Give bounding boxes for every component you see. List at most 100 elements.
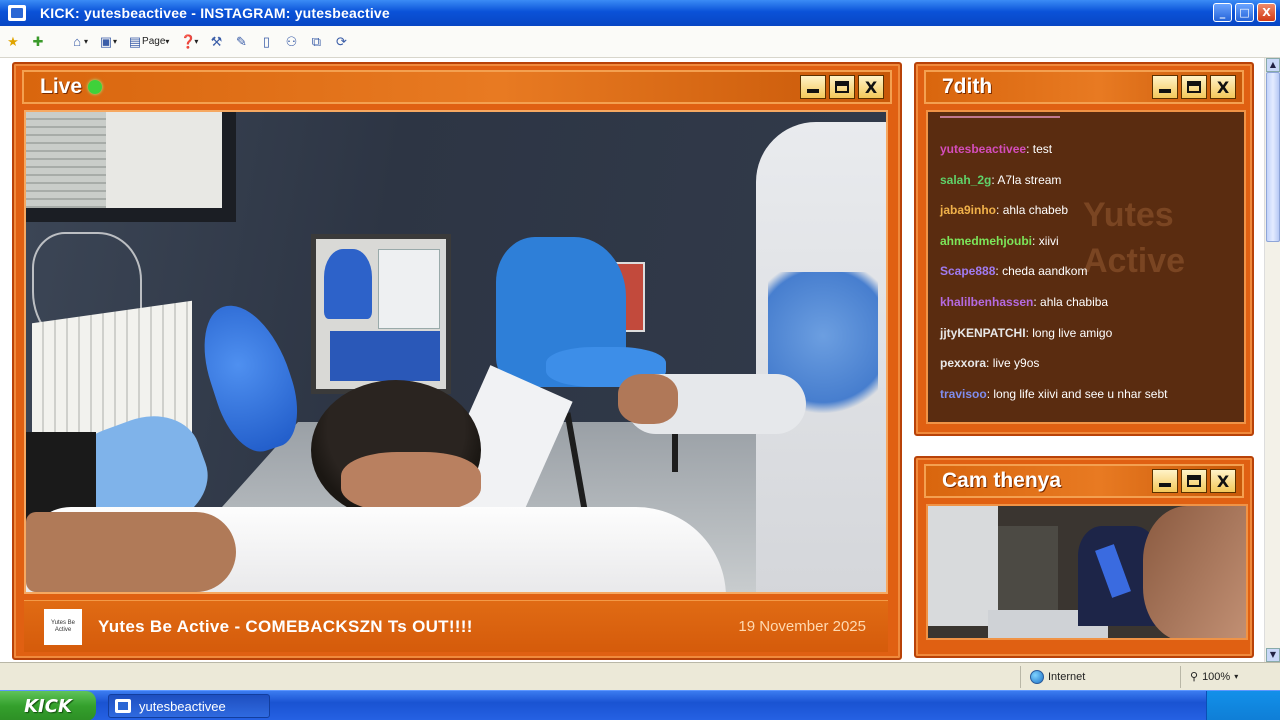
live-maximize-button[interactable] — [829, 75, 855, 99]
tools-icon[interactable]: ⚒ — [209, 34, 223, 49]
home-icon[interactable]: ⌂ ▾ — [70, 34, 88, 49]
feeds-icon[interactable]: ▣ ▾ — [99, 34, 117, 49]
messenger-icon[interactable]: ⚇ — [284, 34, 298, 49]
zoom-control[interactable]: ⚲ 100% ▾ — [1190, 670, 1239, 684]
zoom-level: 100% — [1202, 670, 1231, 683]
chat-username[interactable]: travisoo — [940, 387, 987, 401]
live-title: Live — [40, 75, 83, 98]
zoom-dropdown-icon: ▾ — [1234, 672, 1239, 681]
chat-username[interactable]: salah_2g — [940, 173, 991, 187]
window-controls: _ □ X — [1213, 3, 1276, 22]
chat-text: cheda aandkom — [1002, 264, 1088, 279]
live-status-dot-icon — [88, 80, 103, 94]
chat-separator: : — [1032, 233, 1039, 248]
page-menu[interactable]: ▤ Page ▾ — [128, 33, 170, 49]
chat-message: travisoo: long life xiivi and see u nhar… — [940, 387, 1167, 401]
refresh-icon[interactable]: ⟳ — [334, 34, 348, 49]
page-scrollbar[interactable]: ▲ ▼ — [1264, 58, 1280, 662]
window-minimize-button[interactable]: _ — [1213, 3, 1232, 22]
live-video[interactable] — [24, 110, 888, 594]
cam-panel-header[interactable]: Cam thenya X — [924, 464, 1244, 498]
taskbar: KICK yutesbeactivee — [0, 690, 1280, 720]
security-zone: Internet — [1030, 670, 1085, 684]
window-close-button[interactable]: X — [1257, 3, 1276, 22]
cam-minimize-button[interactable] — [1152, 469, 1178, 493]
live-panel: Live X Yutes Be Active Yutes Be Active -… — [12, 62, 902, 660]
chat-minimize-button[interactable] — [1152, 75, 1178, 99]
live-panel-header[interactable]: Live X — [22, 70, 892, 104]
chat-text: ahla chabeb — [1002, 203, 1069, 218]
window-title: KICK: yutesbeactivee - INSTAGRAM: yutesb… — [40, 5, 390, 21]
window-maximize-button[interactable]: □ — [1235, 3, 1254, 22]
cam-title: Cam thenya — [942, 469, 1062, 492]
scrollbar-thumb[interactable] — [1266, 72, 1280, 242]
chat-text: live y9os — [992, 356, 1040, 371]
chat-text: test — [1032, 142, 1053, 156]
chat-username[interactable]: pexxora — [940, 356, 986, 370]
chat-text: ahla chabiba — [1040, 295, 1109, 309]
chat-message: yutesbeactivee: test — [940, 142, 1052, 156]
scroll-down-arrow-icon[interactable]: ▼ — [1266, 648, 1280, 662]
chat-username[interactable]: jjtyKENPATCHI — [940, 326, 1026, 340]
chat-username[interactable]: yutesbeactivee — [940, 142, 1026, 156]
zoom-icon: ⚲ — [1190, 671, 1199, 683]
media-icon[interactable]: ⧉ — [309, 34, 323, 49]
app-icon — [8, 5, 26, 21]
chat-maximize-button[interactable] — [1181, 75, 1207, 99]
chat-watermark: Yutes Active — [1083, 196, 1186, 280]
page-icon: ▤ — [128, 33, 142, 49]
cam-panel: Cam thenya X — [914, 456, 1254, 658]
taskbar-window-label: yutesbeactivee — [139, 698, 226, 714]
chat-close-button[interactable]: X — [1210, 75, 1236, 99]
chat-title: 7dith — [942, 75, 993, 98]
research-icon[interactable]: ✎ — [234, 34, 248, 49]
stream-caption: Yutes Be Active - COMEBACKSZN Ts OUT!!!! — [98, 616, 473, 636]
add-favorite-icon[interactable]: ✚ — [31, 34, 45, 49]
zone-label: Internet — [1048, 671, 1086, 683]
chat-separator: : — [996, 203, 1003, 218]
cam-panel-controls: X — [1152, 469, 1236, 493]
desktop: KICK: yutesbeactivee - INSTAGRAM: yutesb… — [0, 0, 1280, 720]
start-button[interactable]: KICK — [0, 691, 96, 720]
chat-messages[interactable]: Yutes Active yutesbeactivee: test salah_2… — [926, 110, 1246, 424]
taskbar-window-button[interactable]: yutesbeactivee — [108, 694, 270, 718]
chat-panel: 7dith X Yutes Active yutesbeactivee: tes… — [914, 62, 1254, 436]
cam-video[interactable] — [926, 504, 1248, 640]
scroll-up-arrow-icon[interactable]: ▲ — [1266, 58, 1280, 72]
chat-message: salah_2g: A7la stream — [940, 173, 1061, 187]
chat-username[interactable]: khalilbenhassen — [940, 295, 1033, 309]
chat-username[interactable]: Scape888 — [940, 264, 995, 278]
window-title-bar: KICK: yutesbeactivee - INSTAGRAM: yutesb… — [0, 0, 1280, 26]
chat-panel-controls: X — [1152, 75, 1236, 99]
chat-text: long life xiivi and see u nhar sebt — [993, 386, 1168, 401]
framed-jersey — [311, 234, 451, 394]
chat-message: jaba9inho: ahla chabeb — [940, 203, 1068, 217]
chat-text: long live amigo — [1032, 325, 1113, 340]
chat-message: jjtyKENPATCHI: long live amigo — [940, 326, 1112, 340]
favorites-star-icon[interactable]: ★ — [6, 34, 20, 49]
chat-message: ahmedmehjoubi: xiivi — [940, 234, 1059, 248]
live-close-button[interactable]: X — [858, 75, 884, 99]
status-bar: Internet ⚲ 100% ▾ — [0, 662, 1280, 690]
globe-icon — [1030, 670, 1044, 684]
chat-text: xiivi — [1038, 233, 1059, 248]
chat-username[interactable]: jaba9inho — [940, 203, 996, 217]
cam-maximize-button[interactable] — [1181, 469, 1207, 493]
browser-toolbar: ★ ✚ ⌂ ▾ ▣ ▾ ▤ Page ▾ ❓ ▾ ⚒ ✎ ▯ ⚇ ⧉ ⟳ — [0, 26, 1280, 58]
live-panel-controls: X — [800, 75, 884, 99]
chat-panel-header[interactable]: 7dith X — [924, 70, 1244, 104]
chat-message: Scape888: cheda aandkom — [940, 264, 1087, 278]
cam-close-button[interactable]: X — [1210, 469, 1236, 493]
brand-logo: Yutes Be Active — [44, 608, 82, 645]
help-icon[interactable]: ❓ ▾ — [180, 34, 198, 49]
stream-date: 19 November 2025 — [738, 618, 866, 635]
clipboard-icon[interactable]: ▯ — [259, 34, 273, 49]
window-app-icon — [115, 699, 131, 713]
live-minimize-button[interactable] — [800, 75, 826, 99]
stream-caption-bar: Yutes Be Active Yutes Be Active - COMEBA… — [24, 600, 888, 652]
chat-message: pexxora: live y9os — [940, 356, 1039, 370]
chat-separator: : — [1026, 142, 1033, 156]
chat-username[interactable]: ahmedmehjoubi — [940, 234, 1032, 248]
page-content: Live X Yutes Be Active Yutes Be Active -… — [0, 58, 1280, 662]
page-menu-label: Page — [142, 36, 166, 47]
